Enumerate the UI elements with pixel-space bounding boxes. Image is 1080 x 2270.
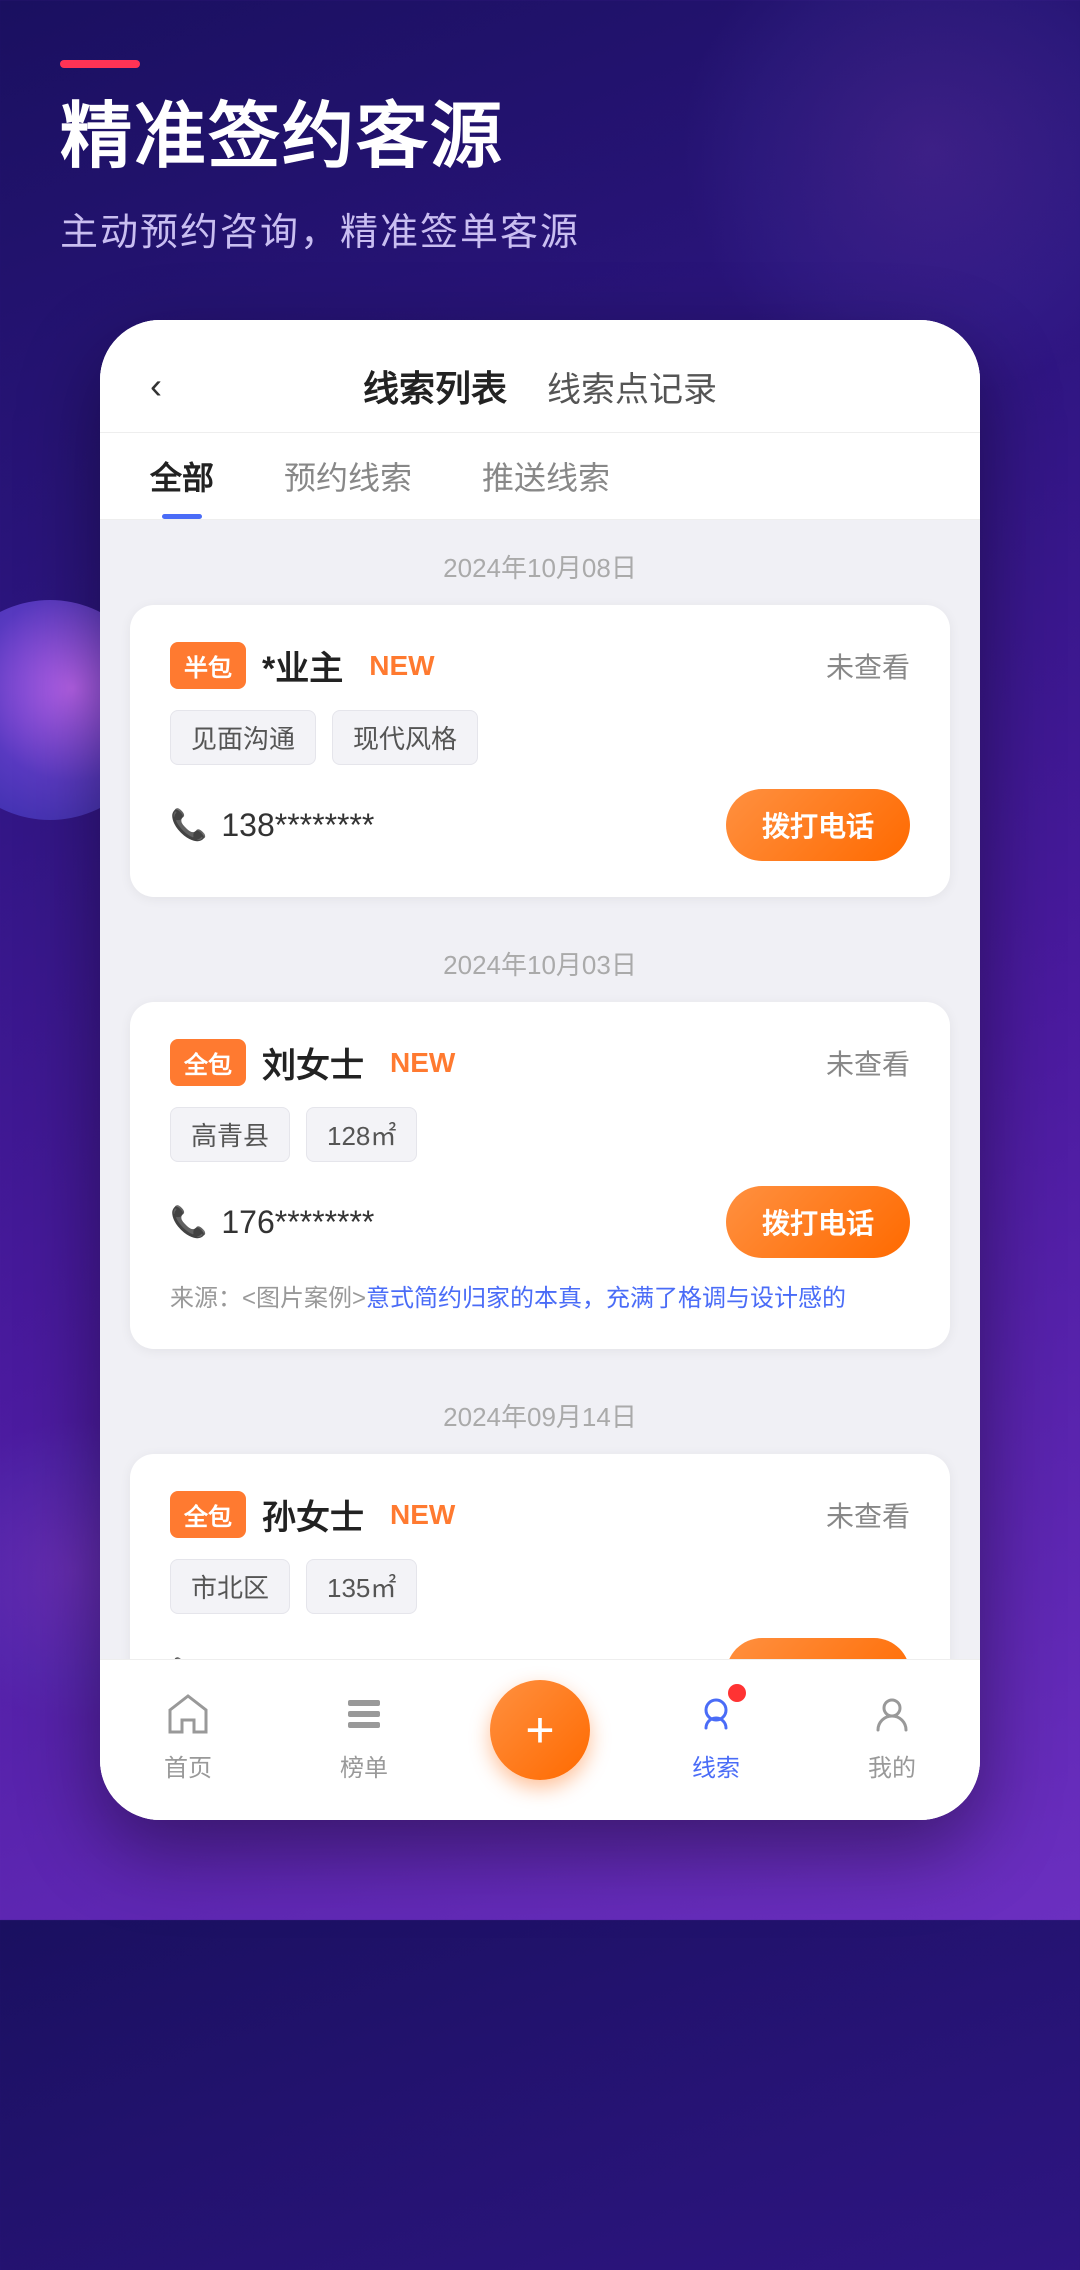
- list-icon: [338, 1688, 390, 1740]
- phone-mockup: ‹ 线索列表 线索点记录 全部 预约线索 推送线索 2024年10月08日: [100, 320, 980, 1820]
- tag-3-0: 市北区: [170, 1559, 290, 1614]
- call-btn-3[interactable]: 拨打电话: [726, 1638, 910, 1659]
- page-subtitle: 主动预约咨询，精准签单客源: [60, 201, 1020, 256]
- status-2: 未查看: [826, 1043, 910, 1083]
- type-badge-2: 全包: [170, 1039, 246, 1086]
- new-badge-1: NEW: [369, 650, 434, 682]
- lead-card-1[interactable]: 半包 *业主 NEW 未查看 见面沟通 现代风格 📞 138******** 拨…: [130, 605, 950, 897]
- type-badge-3: 全包: [170, 1491, 246, 1538]
- clue-badge-dot: [728, 1684, 746, 1702]
- navbar-record[interactable]: 线索点记录: [547, 362, 717, 411]
- nav-list-label: 榜单: [340, 1748, 388, 1783]
- page-title: 精准签约客源: [60, 98, 1020, 177]
- phone-number-1: 138********: [221, 807, 374, 844]
- date-divider-1: 2024年10月08日: [130, 520, 950, 605]
- tab-push[interactable]: 推送线索: [482, 453, 610, 519]
- tag-2-0: 高青县: [170, 1107, 290, 1162]
- tag-2-1: 128㎡: [306, 1107, 417, 1162]
- leads-scroll[interactable]: 2024年10月08日 半包 *业主 NEW 未查看 见面沟通 现代风格: [100, 520, 980, 1659]
- phone-navbar: ‹ 线索列表 线索点记录: [100, 320, 980, 433]
- lead-card-3[interactable]: 全包 孙女士 NEW 未查看 市北区 135㎡ 📞 150******** 拨打…: [130, 1454, 950, 1659]
- card-phone-row-2: 📞 176******** 拨打电话: [170, 1186, 910, 1258]
- home-icon: [162, 1688, 214, 1740]
- date-divider-3: 2024年09月14日: [130, 1369, 950, 1454]
- phone-content: ‹ 线索列表 线索点记录 全部 预约线索 推送线索 2024年10月08日: [100, 320, 980, 1820]
- card-phone-row-1: 📞 138******** 拨打电话: [170, 789, 910, 861]
- client-name-1: *业主: [262, 641, 343, 690]
- navbar-title: 线索列表: [363, 360, 507, 412]
- clue-icon: [690, 1688, 742, 1740]
- call-btn-1[interactable]: 拨打电话: [726, 789, 910, 861]
- nav-my-label: 我的: [868, 1748, 916, 1783]
- accent-line: [60, 60, 140, 68]
- card-tags-1: 见面沟通 现代风格: [170, 710, 910, 765]
- card-header-3: 全包 孙女士 NEW 未查看: [170, 1490, 910, 1539]
- phone-icon-1: 📞: [170, 808, 207, 843]
- card-left-3: 全包 孙女士 NEW: [170, 1490, 455, 1539]
- plus-icon: +: [525, 1705, 554, 1755]
- nav-home-label: 首页: [164, 1748, 212, 1783]
- client-name-2: 刘女士: [262, 1038, 364, 1087]
- header-section: 精准签约客源 主动预约咨询，精准签单客源: [60, 60, 1020, 256]
- status-1: 未查看: [826, 646, 910, 686]
- card-tags-2: 高青县 128㎡: [170, 1107, 910, 1162]
- nav-my[interactable]: 我的: [804, 1688, 980, 1783]
- new-badge-2: NEW: [390, 1047, 455, 1079]
- bottom-nav: 首页 榜单 +: [100, 1659, 980, 1820]
- card-header-2: 全包 刘女士 NEW 未查看: [170, 1038, 910, 1087]
- card-left-1: 半包 *业主 NEW: [170, 641, 435, 690]
- nav-home[interactable]: 首页: [100, 1688, 276, 1783]
- tag-1-1: 现代风格: [332, 710, 478, 765]
- phone-icon-2: 📞: [170, 1205, 207, 1240]
- card-source-2: 来源：<图片案例>意式简约归家的本真，充满了格调与设计感的: [170, 1278, 910, 1313]
- call-btn-2[interactable]: 拨打电话: [726, 1186, 910, 1258]
- phone-number-wrap-1: 📞 138********: [170, 807, 374, 844]
- tab-appointment[interactable]: 预约线索: [284, 453, 412, 519]
- tag-3-1: 135㎡: [306, 1559, 417, 1614]
- tag-1-0: 见面沟通: [170, 710, 316, 765]
- nav-plus-button[interactable]: +: [490, 1680, 590, 1780]
- phone-number-2: 176********: [221, 1204, 374, 1241]
- tab-all[interactable]: 全部: [150, 453, 214, 519]
- date-divider-2: 2024年10月03日: [130, 917, 950, 1002]
- card-phone-row-3: 📞 150******** 拨打电话: [170, 1638, 910, 1659]
- card-tags-3: 市北区 135㎡: [170, 1559, 910, 1614]
- type-badge-1: 半包: [170, 642, 246, 689]
- tab-bar: 全部 预约线索 推送线索: [100, 433, 980, 520]
- nav-clue-label: 线索: [692, 1748, 740, 1783]
- new-badge-3: NEW: [390, 1499, 455, 1531]
- phone-number-wrap-2: 📞 176********: [170, 1204, 374, 1241]
- client-name-3: 孙女士: [262, 1490, 364, 1539]
- nav-clue[interactable]: 线索: [628, 1688, 804, 1783]
- status-3: 未查看: [826, 1495, 910, 1535]
- lead-card-2[interactable]: 全包 刘女士 NEW 未查看 高青县 128㎡ 📞 176******** 拨打…: [130, 1002, 950, 1349]
- back-button[interactable]: ‹: [150, 365, 162, 407]
- card-left-2: 全包 刘女士 NEW: [170, 1038, 455, 1087]
- nav-list[interactable]: 榜单: [276, 1688, 452, 1783]
- card-header-1: 半包 *业主 NEW 未查看: [170, 641, 910, 690]
- user-icon: [866, 1688, 918, 1740]
- nav-center[interactable]: +: [452, 1680, 628, 1790]
